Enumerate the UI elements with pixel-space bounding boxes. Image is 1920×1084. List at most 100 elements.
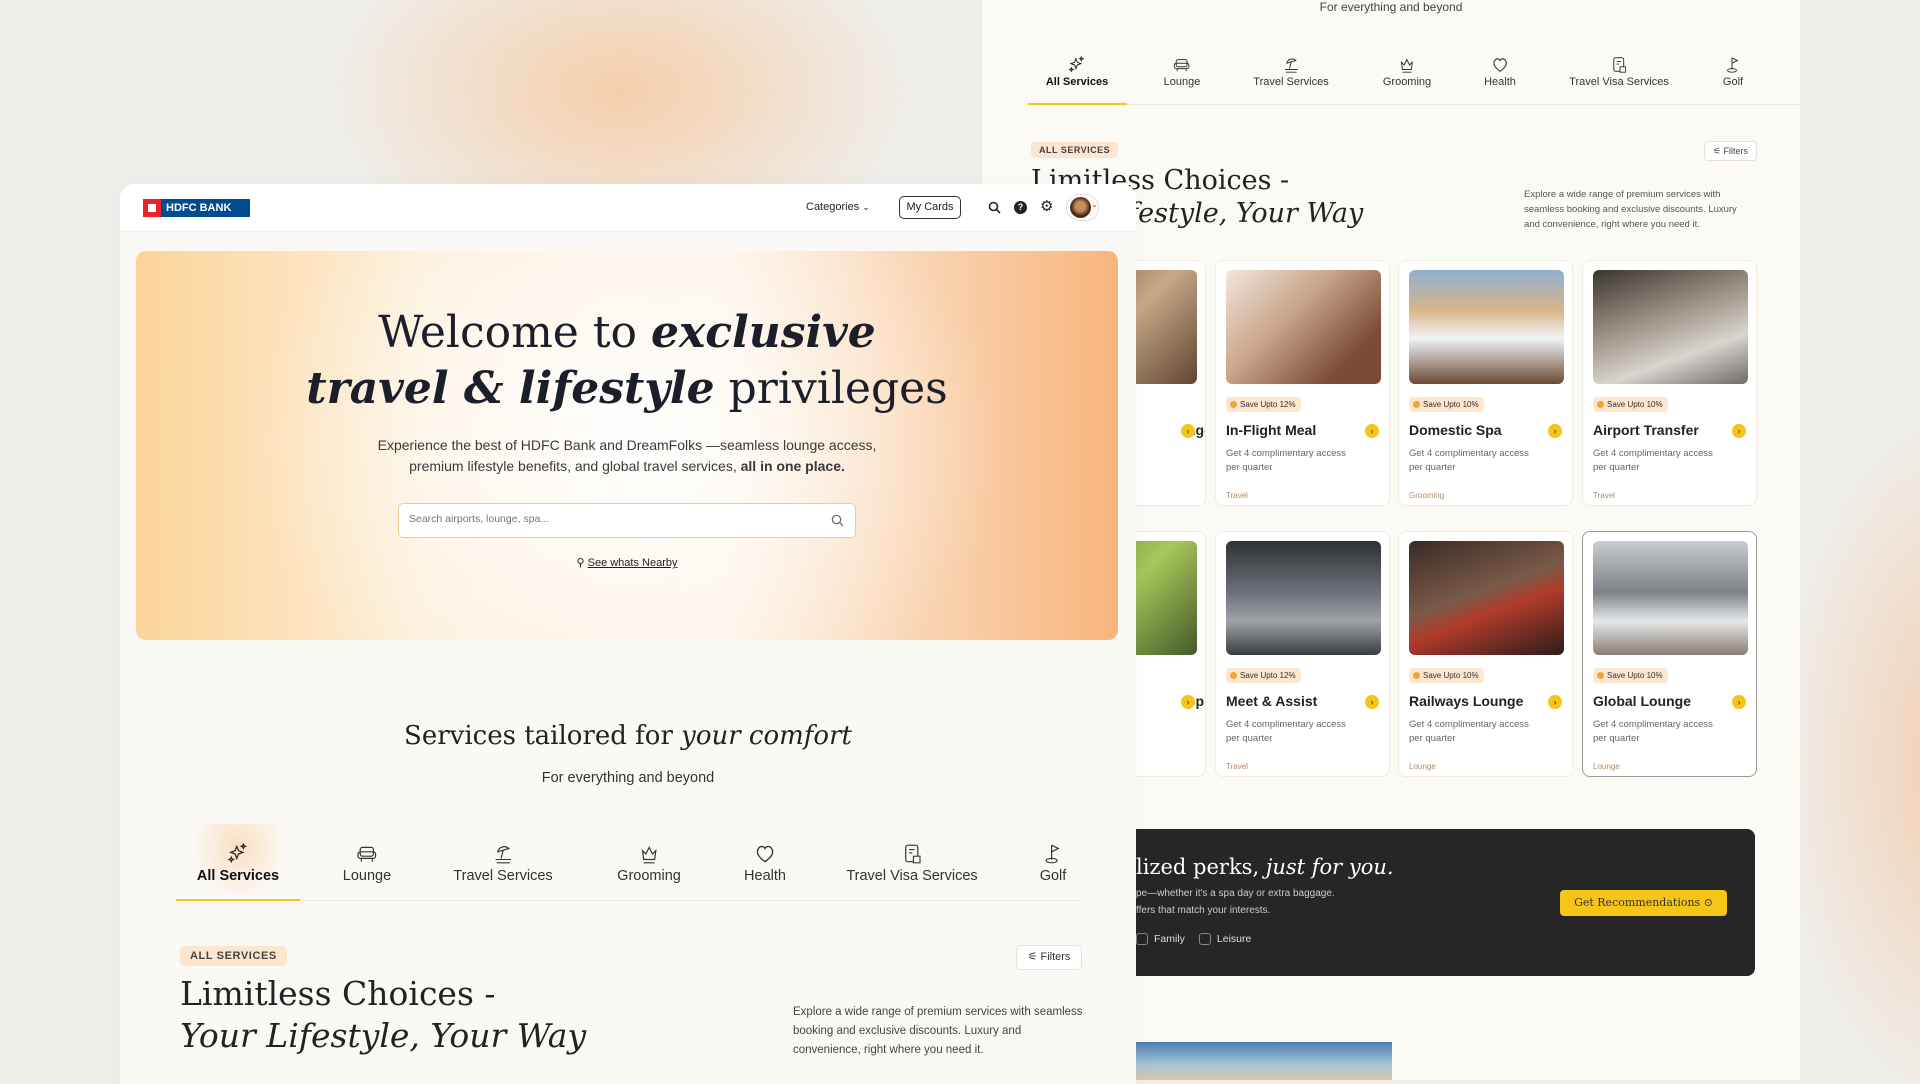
discount-badge: Save Upto 10%	[1409, 397, 1484, 412]
tab-travel-services[interactable]: Travel Services	[453, 843, 553, 884]
card-category: Lounge	[1409, 762, 1436, 771]
tab-travel-services[interactable]: Travel Services	[1253, 56, 1329, 88]
tab-golf[interactable]: Golf	[1723, 56, 1743, 88]
discount-badge: Save Upto 12%	[1226, 668, 1301, 683]
card-title: Railways Lounge	[1409, 693, 1524, 709]
filters-button[interactable]: ⚟ Filters	[1704, 141, 1757, 161]
sparkles-icon	[1068, 56, 1085, 73]
tab-health[interactable]: Health	[744, 843, 786, 884]
filters-icon: ⚟	[1027, 951, 1041, 963]
help-icon[interactable]: ?	[1014, 201, 1027, 214]
search-box[interactable]	[398, 503, 856, 538]
search-input[interactable]	[409, 513, 809, 525]
tab-label: Lounge	[1163, 76, 1201, 88]
hero-banner: Welcome to exclusive travel & lifestyle p…	[136, 251, 1118, 640]
tab-all-services[interactable]: All Services	[197, 843, 279, 884]
crown-icon	[641, 846, 657, 864]
heart-icon	[1493, 58, 1507, 72]
card-image-partial	[1136, 1042, 1392, 1080]
service-card[interactable]: Save Upto 10% Railways Lounge › Get 4 compl…	[1398, 531, 1573, 777]
chevron-down-icon: ⌄	[862, 202, 870, 212]
banner-title: lized perks, just for you.	[1136, 855, 1394, 879]
hero-title: Welcome to exclusive travel & lifestyle p…	[306, 307, 948, 414]
card-image	[1226, 541, 1381, 655]
hdfc-logo[interactable]: HDFC BANK	[143, 199, 250, 217]
sparkles-icon	[227, 843, 248, 864]
beach-umbrella-icon	[1284, 58, 1298, 73]
card-arrow-icon[interactable]: ›	[1548, 424, 1562, 438]
card-category: Travel	[1226, 762, 1248, 771]
service-card[interactable]: Save Upto 10% Global Lounge › Get 4 complim…	[1582, 531, 1757, 777]
tab-golf[interactable]: Golf	[1039, 843, 1067, 884]
get-recommendations-button[interactable]: Get Recommendations ⊙	[1560, 890, 1727, 916]
main-page-panel: HDFC BANK Categories ⌄ My Cards ? ⚙ ⌄ We…	[120, 184, 1136, 1084]
tab-label: All Services	[1045, 76, 1109, 88]
avatar	[1070, 197, 1091, 218]
card-description: Get 4 complimentary access per quarter	[1226, 448, 1346, 473]
discount-icon	[1230, 672, 1237, 679]
tab-label: Travel Services	[453, 868, 553, 884]
card-title: In-Flight Meal	[1226, 422, 1317, 438]
card-image	[1593, 541, 1748, 655]
card-arrow-icon[interactable]: ›	[1365, 695, 1379, 709]
tab-label: Grooming	[617, 868, 681, 884]
golf-flag-icon	[1727, 57, 1739, 73]
service-card[interactable]: Save Upto 10% Airport Transfer › Get 4 comp…	[1582, 260, 1757, 506]
beach-umbrella-icon	[495, 846, 511, 864]
hero-subtitle: Experience the best of HDFC Bank and Dre…	[377, 437, 877, 474]
card-image	[1226, 270, 1381, 384]
banner-text-line2: ffers that match your interests.	[1136, 905, 1271, 916]
card-title: Domestic Spa	[1409, 422, 1502, 438]
card-arrow-icon[interactable]: ›	[1365, 424, 1379, 438]
discount-badge: Save Upto 12%	[1226, 397, 1301, 412]
card-arrow-icon[interactable]: ›	[1181, 424, 1195, 438]
tab-lounge[interactable]: Lounge	[343, 843, 391, 884]
tab-travel-visa-services[interactable]: Travel Visa Services	[846, 843, 978, 884]
card-image	[1409, 270, 1564, 384]
card-title: Airport Transfer	[1593, 422, 1699, 438]
service-card[interactable]: Save Upto 10% Domestic Spa › Get 4 complime…	[1398, 260, 1573, 506]
see-nearby-link[interactable]: ⚲ See whats Nearby	[136, 556, 1118, 569]
recommendations-banner: lized perks, just for you. pe—whether it…	[1031, 829, 1755, 976]
card-description: Get 4 complimentary access per quarter	[1409, 719, 1529, 744]
service-card[interactable]: Save Upto 12% In-Flight Meal › Get 4 compli…	[1215, 260, 1390, 506]
tab-label: Travel Services	[1253, 76, 1329, 88]
tab-travel-visa-services[interactable]: Travel Visa Services	[1569, 56, 1669, 88]
card-title: Meet & Assist	[1226, 693, 1318, 709]
settings-gear-icon[interactable]: ⚙	[1040, 197, 1053, 215]
tab-label: All Services	[196, 868, 280, 884]
checkbox-leisure[interactable]: Leisure	[1198, 933, 1251, 945]
card-arrow-icon[interactable]: ›	[1181, 695, 1195, 709]
active-tab-indicator	[1028, 103, 1127, 105]
tab-label: Golf	[1722, 76, 1744, 88]
tab-health[interactable]: Health	[1484, 56, 1516, 88]
visa-document-icon	[904, 844, 921, 864]
card-title: Global Lounge	[1593, 693, 1691, 709]
search-icon[interactable]	[988, 201, 1001, 214]
tab-label: Health	[1484, 76, 1516, 88]
card-arrow-icon[interactable]: ›	[1548, 695, 1562, 709]
chevron-circle-icon: ⊙	[1703, 896, 1713, 909]
chevron-down-icon: ⌄	[1091, 200, 1098, 209]
filters-button[interactable]: ⚟ Filters	[1016, 945, 1082, 970]
tab-lounge[interactable]: Lounge	[1163, 56, 1201, 88]
tab-label: Golf	[1039, 868, 1067, 884]
categories-dropdown[interactable]: Categories ⌄	[806, 201, 870, 213]
all-services-badge: ALL SERVICES	[180, 946, 287, 966]
profile-menu[interactable]: ⌄	[1066, 194, 1099, 221]
location-pin-icon: ⚲	[576, 557, 585, 569]
checkbox-family[interactable]: Family	[1136, 933, 1185, 945]
services-title: Services tailored for your comfort	[404, 721, 852, 751]
armchair-icon	[357, 846, 377, 862]
tab-grooming[interactable]: Grooming	[617, 843, 681, 884]
search-icon[interactable]	[831, 514, 844, 527]
tab-grooming[interactable]: Grooming	[1383, 56, 1431, 88]
services-subtitle: For everything and beyond	[541, 770, 715, 786]
service-card[interactable]: Save Upto 12% Meet & Assist › Get 4 complim…	[1215, 531, 1390, 777]
my-cards-button[interactable]: My Cards	[899, 196, 961, 219]
heart-icon	[756, 845, 774, 863]
card-arrow-icon[interactable]: ›	[1732, 695, 1746, 709]
tab-all-services[interactable]: All Services	[1046, 56, 1108, 88]
tab-label: Travel Visa Services	[1569, 76, 1669, 88]
card-arrow-icon[interactable]: ›	[1732, 424, 1746, 438]
